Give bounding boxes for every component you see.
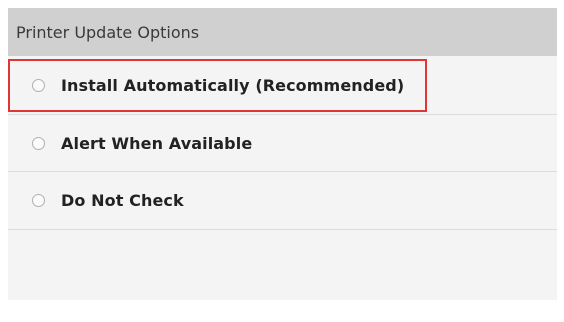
option-label: Alert When Available: [61, 133, 253, 153]
screen-header: Printer Update Options: [8, 8, 557, 56]
update-option-list: Install Automatically (Recommended) Aler…: [8, 59, 557, 230]
radio-button-icon[interactable]: [32, 194, 45, 207]
radio-button-icon[interactable]: [32, 79, 45, 92]
option-alert-when-available[interactable]: Alert When Available: [8, 114, 557, 172]
radio-button-icon[interactable]: [32, 136, 45, 150]
option-label: Install Automatically (Recommended): [61, 76, 405, 95]
option-install-automatically[interactable]: Install Automatically (Recommended): [8, 59, 427, 112]
option-label: Do Not Check: [61, 191, 184, 210]
page-title: Printer Update Options: [16, 22, 200, 42]
option-do-not-check[interactable]: Do Not Check: [8, 172, 557, 230]
printer-update-options-screen: Printer Update Options Install Automatic…: [8, 8, 557, 300]
